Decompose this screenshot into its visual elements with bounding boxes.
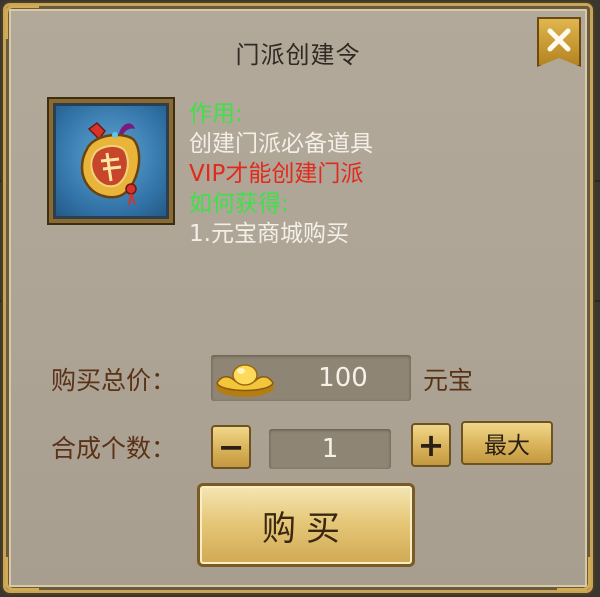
guild-token-icon [80, 122, 141, 206]
total-price-label: 购买总价： [51, 366, 177, 395]
item-description: 作用: 创建门派必备道具 VIP才能创建门派 如何获得: 1.元宝商城购买 [189, 99, 373, 249]
frame-corner-ornament [5, 557, 39, 591]
total-price-box: 100 [211, 355, 411, 401]
usage-text: 创建门派必备道具 [189, 131, 373, 157]
usage-heading: 作用: [189, 101, 243, 127]
close-x-icon [547, 28, 571, 52]
quantity-label: 合成个数： [51, 434, 177, 463]
frame-corner-ornament [5, 5, 39, 39]
max-quantity-button[interactable]: 最大 [461, 421, 553, 465]
increase-quantity-button[interactable]: + [411, 423, 451, 467]
total-price-value: 100 [318, 363, 368, 393]
guild-token-dialog: 门派创建令 作用: 创建门派必备道具 VIP才能创建门派 如何获得: 1.元宝商… [5, 5, 591, 591]
vip-requirement-text: VIP才能创建门派 [189, 161, 364, 187]
gold-ingot-icon [216, 364, 274, 397]
decrease-quantity-button[interactable]: − [211, 425, 251, 469]
obtain-heading: 如何获得: [189, 191, 289, 217]
buy-button[interactable]: 购买 [197, 483, 415, 567]
quantity-input[interactable] [269, 429, 391, 469]
item-icon-frame [49, 99, 173, 223]
currency-unit-label: 元宝 [423, 366, 474, 395]
dialog-title: 门派创建令 [235, 41, 361, 69]
frame-corner-ornament [557, 557, 591, 591]
obtain-text: 1.元宝商城购买 [189, 221, 349, 247]
